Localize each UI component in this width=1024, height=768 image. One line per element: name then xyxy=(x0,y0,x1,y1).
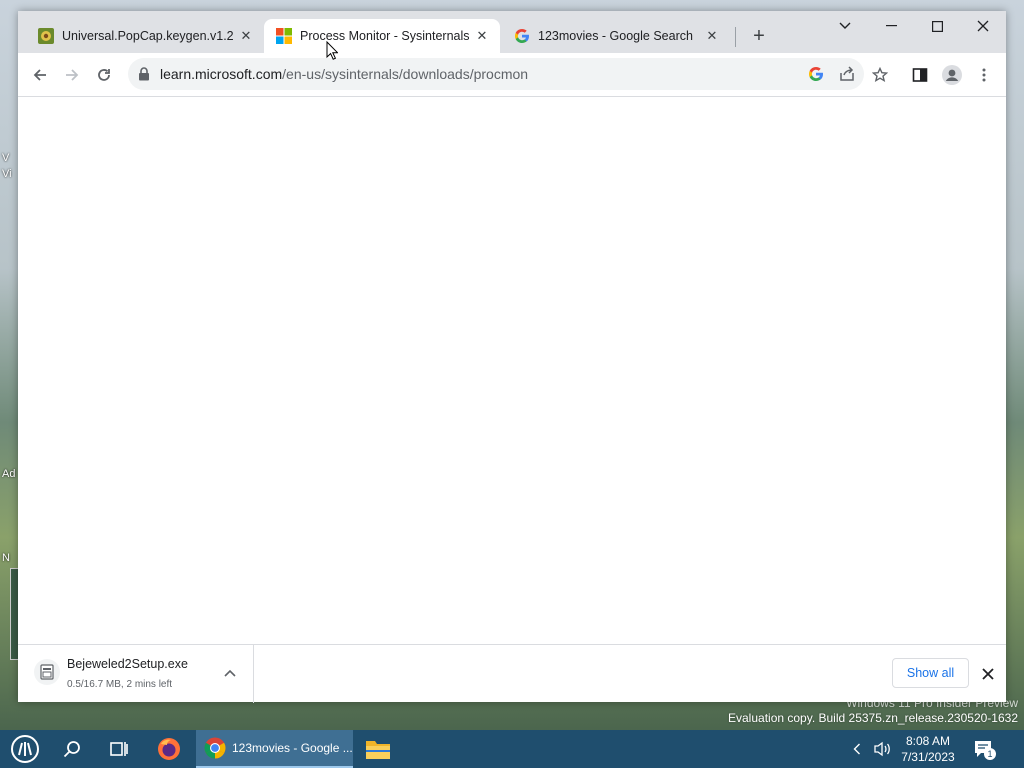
tab-separator xyxy=(735,27,736,47)
search-button[interactable] xyxy=(56,733,88,765)
desktop-icon-label: V xyxy=(2,152,10,164)
side-panel-button[interactable] xyxy=(906,61,934,89)
chevron-left-icon xyxy=(853,743,860,755)
arrow-left-icon xyxy=(33,69,46,81)
taskbar-app-label: 123movies - Google ... xyxy=(232,741,353,755)
chrome-icon xyxy=(204,737,226,759)
profile-button[interactable] xyxy=(938,61,966,89)
forward-button[interactable] xyxy=(58,61,86,89)
tab-process-monitor[interactable]: Process Monitor - Sysinternals | M ✕ xyxy=(264,19,500,53)
notification-center-button[interactable]: 1 xyxy=(970,730,998,768)
start-button[interactable] xyxy=(9,733,41,765)
volume-button[interactable] xyxy=(873,730,893,768)
menu-button[interactable] xyxy=(970,61,998,89)
notification-badge: 1 xyxy=(984,748,996,760)
taskbar-clock[interactable]: 8:08 AM 7/31/2023 xyxy=(896,733,960,765)
folder-icon xyxy=(366,741,390,759)
tab-search-button[interactable] xyxy=(822,11,868,41)
star-icon xyxy=(872,67,888,83)
close-window-button[interactable] xyxy=(960,11,1006,41)
firefox-icon xyxy=(158,738,180,760)
browser-window: Universal.PopCap.keygen.v1.2 Th ✕ Proces… xyxy=(18,11,1006,703)
desktop-icon-label: N xyxy=(2,552,10,564)
google-favicon-icon xyxy=(514,28,530,44)
exe-file-icon xyxy=(34,659,60,685)
url-path: /en-us/sysinternals/downloads/procmon xyxy=(282,66,529,82)
google-translate-icon[interactable] xyxy=(808,66,824,87)
tab-strip: Universal.PopCap.keygen.v1.2 Th ✕ Proces… xyxy=(18,11,1006,53)
reload-button[interactable] xyxy=(90,61,118,89)
minimize-button[interactable] xyxy=(868,11,914,41)
tab-title: 123movies - Google Search xyxy=(538,29,693,43)
tab-close-icon[interactable]: ✕ xyxy=(238,28,254,44)
mouse-cursor-icon xyxy=(326,40,339,65)
clock-date: 7/31/2023 xyxy=(901,750,955,764)
address-bar[interactable]: learn.microsoft.com/en-us/sysinternals/d… xyxy=(128,58,864,90)
reload-icon xyxy=(98,69,110,81)
close-download-bar-button[interactable] xyxy=(978,664,998,684)
keygen-favicon-icon xyxy=(38,28,54,44)
desktop-icon-label: Vi xyxy=(2,168,12,180)
task-view-icon xyxy=(110,742,128,756)
show-all-downloads-button[interactable]: Show all xyxy=(892,658,969,688)
chevron-down-icon xyxy=(839,22,851,29)
tab-close-icon[interactable]: ✕ xyxy=(704,28,720,44)
firefox-taskbar-button[interactable] xyxy=(153,733,185,765)
download-item[interactable]: Bejeweled2Setup.exe 0.5/16.7 MB, 2 mins … xyxy=(18,645,254,703)
close-icon xyxy=(982,668,994,680)
avatar-icon xyxy=(942,65,962,85)
tab-close-icon[interactable]: ✕ xyxy=(474,28,490,44)
taskbar: 123movies - Google ... 8:08 AM 7/31/2023… xyxy=(0,730,1024,768)
maximize-button[interactable] xyxy=(914,11,960,41)
tab-google-search[interactable]: 123movies - Google Search ✕ xyxy=(494,19,730,53)
microsoft-favicon-icon xyxy=(276,28,292,44)
bookmark-button[interactable] xyxy=(866,61,894,89)
download-status: 0.5/16.7 MB, 2 mins left xyxy=(67,679,173,690)
url-host: learn.microsoft.com xyxy=(160,66,283,82)
minimize-icon xyxy=(885,25,897,27)
task-view-button[interactable] xyxy=(103,733,135,765)
maximize-icon xyxy=(931,20,943,32)
speaker-icon xyxy=(874,741,890,757)
tab-title: Universal.PopCap.keygen.v1.2 Th xyxy=(62,29,234,43)
download-options-button[interactable] xyxy=(222,665,238,681)
chrome-taskbar-button[interactable]: 123movies - Google ... xyxy=(196,730,353,768)
kebab-menu-icon xyxy=(982,68,986,82)
watermark-line-2: Evaluation copy. Build 25375.zn_release.… xyxy=(728,711,1018,725)
lock-icon xyxy=(139,67,149,81)
new-tab-button[interactable]: + xyxy=(748,25,770,47)
url-text: learn.microsoft.com/en-us/sysinternals/d… xyxy=(160,66,528,82)
tab-keygen[interactable]: Universal.PopCap.keygen.v1.2 Th ✕ xyxy=(18,19,264,53)
page-content xyxy=(18,97,1006,644)
browser-toolbar: learn.microsoft.com/en-us/sysinternals/d… xyxy=(18,53,1006,97)
download-file-name: Bejeweled2Setup.exe xyxy=(67,657,188,671)
search-icon xyxy=(63,741,80,758)
chevron-up-icon xyxy=(224,669,236,677)
desktop-icon-label: Ad xyxy=(2,468,16,480)
start-logo-icon xyxy=(11,735,39,763)
side-panel-icon xyxy=(912,68,928,82)
arrow-right-icon xyxy=(66,69,79,81)
back-button[interactable] xyxy=(26,61,54,89)
show-hidden-icons-button[interactable] xyxy=(849,730,865,768)
share-icon[interactable] xyxy=(839,66,855,87)
download-bar: Bejeweled2Setup.exe 0.5/16.7 MB, 2 mins … xyxy=(18,644,1006,703)
close-icon xyxy=(977,20,989,32)
file-explorer-taskbar-button[interactable] xyxy=(362,733,394,765)
clock-time: 8:08 AM xyxy=(905,734,951,748)
